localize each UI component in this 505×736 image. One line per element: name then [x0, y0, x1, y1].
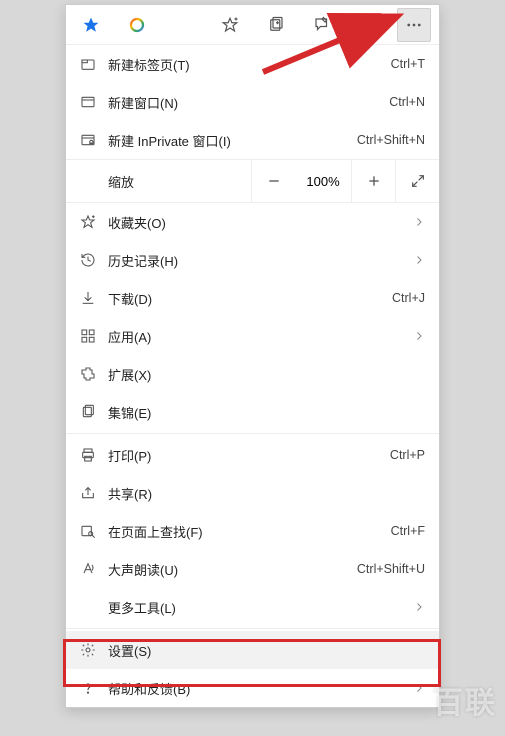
menu-shortcut: Ctrl+N [389, 95, 425, 109]
menu-shortcut: Ctrl+Shift+U [357, 562, 425, 576]
menu-label: 收藏夹(O) [108, 213, 407, 232]
menu-label: 在页面上查找(F) [108, 522, 391, 541]
zoom-row: 缩放 100% [66, 159, 439, 203]
history-icon [80, 252, 108, 268]
help-icon [80, 680, 108, 696]
divider [66, 433, 439, 434]
menu-label: 应用(A) [108, 327, 407, 346]
menu-settings[interactable]: 设置(S) [66, 631, 439, 669]
browser-menu-panel: 新建标签页(T) Ctrl+T 新建窗口(N) Ctrl+N 新建 InPriv… [65, 4, 440, 708]
add-favorite-icon[interactable] [213, 8, 247, 42]
gear-icon [80, 642, 108, 658]
menu-label: 新建窗口(N) [108, 93, 389, 112]
menu-new-window[interactable]: 新建窗口(N) Ctrl+N [66, 83, 439, 121]
apps-icon [80, 328, 108, 344]
menu-label: 历史记录(H) [108, 251, 407, 270]
menu-shortcut: Ctrl+F [391, 524, 425, 538]
toolbar [66, 5, 439, 45]
menu-share[interactable]: 共享(R) [66, 474, 439, 512]
zoom-in-button[interactable] [351, 159, 395, 203]
menu-label: 新建标签页(T) [108, 55, 391, 74]
menu-history[interactable]: 历史记录(H) [66, 241, 439, 279]
menu-new-tab[interactable]: 新建标签页(T) Ctrl+T [66, 45, 439, 83]
profile-icon[interactable] [351, 8, 385, 42]
color-circle-icon[interactable] [120, 8, 154, 42]
menu-shortcut: Ctrl+J [392, 291, 425, 305]
new-tab-icon [80, 56, 108, 72]
chevron-right-icon [413, 330, 425, 342]
zoom-out-button[interactable] [251, 159, 295, 203]
menu-new-inprivate[interactable]: 新建 InPrivate 窗口(I) Ctrl+Shift+N [66, 121, 439, 159]
menu-label: 设置(S) [108, 641, 425, 660]
menu-label: 打印(P) [108, 446, 390, 465]
print-icon [80, 447, 108, 463]
menu-read-aloud[interactable]: 大声朗读(U) Ctrl+Shift+U [66, 550, 439, 588]
inprivate-icon [80, 132, 108, 148]
new-window-icon [80, 94, 108, 110]
menu-more-tools[interactable]: 更多工具(L) [66, 588, 439, 626]
favorites-icon [80, 214, 108, 230]
menu-label: 帮助和反馈(B) [108, 679, 407, 698]
more-button[interactable] [397, 8, 431, 42]
menu-favorites[interactable]: 收藏夹(O) [66, 203, 439, 241]
chevron-right-icon [413, 682, 425, 694]
star-icon[interactable] [74, 8, 108, 42]
menu-label: 更多工具(L) [108, 598, 407, 617]
menu-shortcut: Ctrl+P [390, 448, 425, 462]
extensions-icon [80, 366, 108, 382]
menu-label: 大声朗读(U) [108, 560, 357, 579]
collections-menu-icon [80, 404, 108, 420]
feedback-icon[interactable] [305, 8, 339, 42]
find-icon [80, 523, 108, 539]
menu-find[interactable]: 在页面上查找(F) Ctrl+F [66, 512, 439, 550]
menu-label: 下载(D) [108, 289, 392, 308]
menu-extensions[interactable]: 扩展(X) [66, 355, 439, 393]
menu-label: 集锦(E) [108, 403, 425, 422]
menu-help[interactable]: 帮助和反馈(B) [66, 669, 439, 707]
zoom-label: 缩放 [66, 172, 251, 191]
chevron-right-icon [413, 254, 425, 266]
read-aloud-icon [80, 561, 108, 577]
watermark: 百联 [433, 678, 497, 722]
menu-downloads[interactable]: 下载(D) Ctrl+J [66, 279, 439, 317]
divider [66, 628, 439, 629]
menu-print[interactable]: 打印(P) Ctrl+P [66, 436, 439, 474]
menu-label: 新建 InPrivate 窗口(I) [108, 131, 357, 150]
menu-label: 共享(R) [108, 484, 425, 503]
menu-collections[interactable]: 集锦(E) [66, 393, 439, 431]
menu-label: 扩展(X) [108, 365, 425, 384]
zoom-value: 100% [295, 174, 351, 189]
collections-icon[interactable] [259, 8, 293, 42]
share-icon [80, 485, 108, 501]
menu-shortcut: Ctrl+Shift+N [357, 133, 425, 147]
fullscreen-button[interactable] [395, 159, 439, 203]
menu-apps[interactable]: 应用(A) [66, 317, 439, 355]
download-icon [80, 290, 108, 306]
chevron-right-icon [413, 216, 425, 228]
menu-shortcut: Ctrl+T [391, 57, 425, 71]
chevron-right-icon [413, 601, 425, 613]
